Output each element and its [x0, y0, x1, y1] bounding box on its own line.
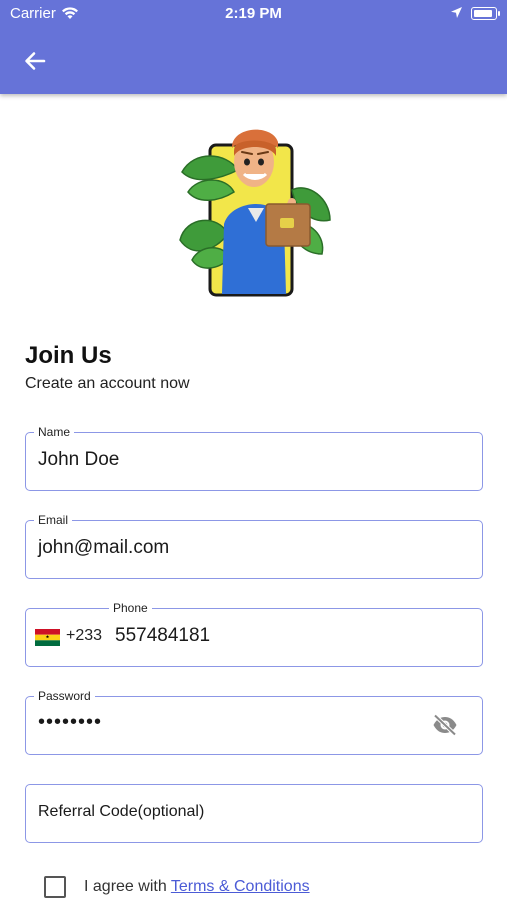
clock: 2:19 PM: [225, 5, 282, 22]
ghana-flag-icon[interactable]: [35, 629, 60, 646]
phone-label: Phone: [109, 600, 152, 616]
app-bar: Carrier 2:19 PM: [0, 0, 507, 94]
delivery-man-illustration: [179, 129, 331, 297]
page-title: Join Us: [25, 342, 112, 369]
battery-level: [473, 9, 492, 17]
email-input[interactable]: john@mail.com: [38, 537, 418, 559]
phone-input[interactable]: 557484181: [115, 625, 495, 647]
agree-checkbox[interactable]: [44, 876, 66, 898]
name-label: Name: [34, 424, 75, 440]
status-bar: Carrier 2:19 PM: [0, 0, 507, 28]
name-input[interactable]: John Doe: [38, 449, 418, 471]
password-field[interactable]: Password ••••••••: [25, 688, 483, 755]
battery-icon: [471, 7, 500, 20]
terms-link[interactable]: Terms & Conditions: [171, 878, 310, 895]
eye-off-icon[interactable]: [432, 714, 458, 736]
email-field[interactable]: Email john@mail.com: [25, 512, 483, 579]
referral-code-field[interactable]: Referral Code(optional): [25, 784, 483, 843]
referral-code-placeholder: Referral Code(optional): [38, 803, 205, 820]
email-label: Email: [34, 512, 73, 528]
country-code[interactable]: +233: [66, 627, 102, 645]
phone-field[interactable]: Phone +233 557484181: [25, 600, 483, 667]
agreement-label: I agree with: [84, 878, 167, 895]
agreement-text: I agree with Terms & Conditions: [84, 878, 310, 896]
location-arrow-icon: [451, 7, 462, 18]
page-subtitle: Create an account now: [25, 375, 190, 392]
arrow-left-icon[interactable]: [22, 48, 48, 74]
password-input[interactable]: ••••••••: [38, 711, 418, 734]
name-field[interactable]: Name John Doe: [25, 424, 483, 491]
password-label: Password: [34, 688, 95, 704]
